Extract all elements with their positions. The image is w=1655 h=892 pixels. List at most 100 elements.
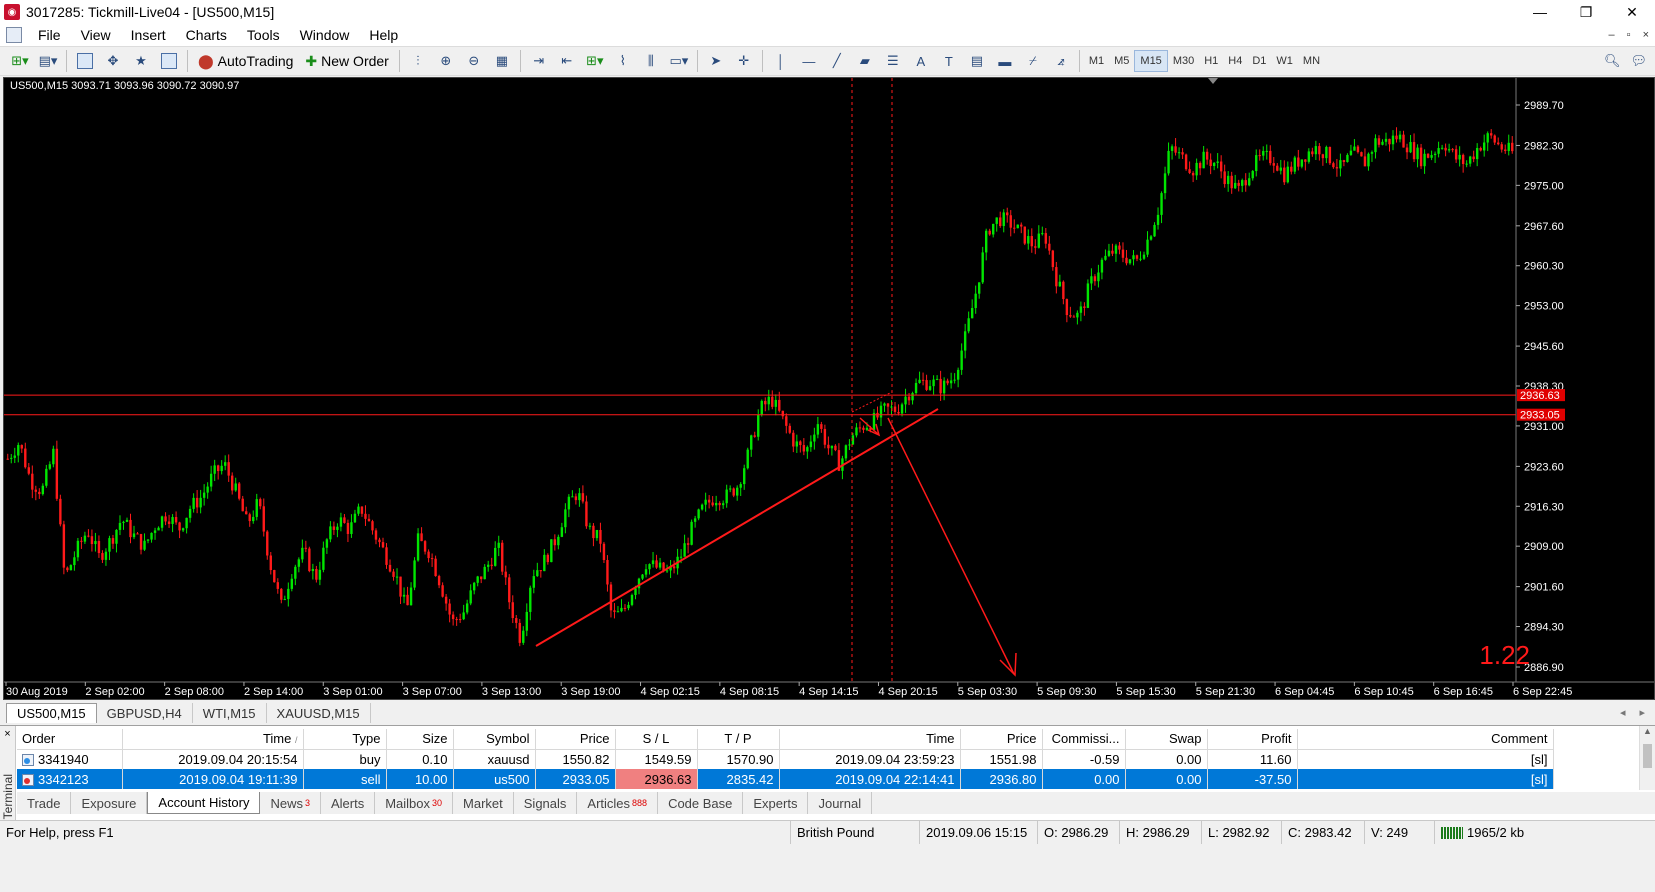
status-connection[interactable]: 1965/2 kb	[1435, 821, 1530, 845]
templates-menu-icon[interactable]: ▭▾	[667, 49, 691, 73]
table-row-selected[interactable]: 3342123 2019.09.04 19:11:39 sell 10.00 u…	[17, 769, 1554, 789]
candle-body	[711, 502, 714, 506]
child-close-icon[interactable]: ×	[1643, 29, 1649, 41]
terminal-tab-alerts[interactable]: Alerts	[321, 792, 376, 814]
terminal-tab-signals[interactable]: Signals	[514, 792, 578, 814]
gann-icon[interactable]: ⌿	[1021, 49, 1045, 73]
channel-icon[interactable]: ▰	[853, 49, 877, 73]
close-button[interactable]: ✕	[1609, 0, 1655, 24]
col-tp[interactable]: T / P	[697, 729, 780, 750]
menu-help[interactable]: Help	[359, 27, 408, 43]
crosshair-icon[interactable]: ✛	[732, 49, 756, 73]
col-comment[interactable]: Comment	[1297, 729, 1554, 750]
text-label-icon[interactable]: T	[937, 49, 961, 73]
timeframe-m30[interactable]: M30	[1168, 50, 1199, 72]
price-chart[interactable]: 2989.70 2982.30 2975.00 2967.60 2960.30 2953.…	[4, 78, 1654, 699]
chart-tab-gbpusd[interactable]: GBPUSD,H4	[97, 703, 193, 723]
navigator-icon[interactable]: ✥	[101, 49, 125, 73]
col-commission[interactable]: Commissi...	[1042, 729, 1126, 750]
terminal-close-icon[interactable]: ×	[0, 728, 15, 740]
timeframe-h4[interactable]: H4	[1223, 50, 1247, 72]
vertical-line-icon[interactable]: │	[769, 49, 793, 73]
market-watch-icon[interactable]	[73, 49, 97, 73]
col-sl[interactable]: S / L	[615, 729, 698, 750]
scroll-thumb[interactable]	[1643, 744, 1652, 768]
rectangle-icon[interactable]: ▬	[993, 49, 1017, 73]
table-scrollbar[interactable]: ▲	[1639, 726, 1655, 790]
chart-tab-xauusd[interactable]: XAUUSD,M15	[267, 703, 371, 723]
timeframe-mn[interactable]: MN	[1298, 50, 1325, 72]
chat-icon[interactable]: 💬︎	[1630, 53, 1647, 69]
col-close-price[interactable]: Price	[960, 729, 1043, 750]
menu-charts[interactable]: Charts	[176, 27, 237, 43]
tab-scroll-left-icon[interactable]: ◂	[1620, 706, 1626, 719]
menu-file[interactable]: File	[28, 27, 71, 43]
profiles-icon[interactable]: ▤▾	[36, 49, 60, 73]
timeframe-m1[interactable]: M1	[1084, 50, 1109, 72]
chart-tab-us500[interactable]: US500,M15	[6, 703, 97, 723]
indicators-icon[interactable]: ⊞▾	[583, 49, 607, 73]
zoom-out-icon[interactable]: ⊖	[462, 49, 486, 73]
tab-scroll-right-icon[interactable]: ▸	[1639, 706, 1645, 719]
menu-insert[interactable]: Insert	[121, 27, 176, 43]
autotrading-button[interactable]: ⬤ AutoTrading	[194, 49, 297, 73]
timeframe-m15[interactable]: M15	[1134, 50, 1168, 72]
bar-chart-icon[interactable]: ⫶	[406, 49, 430, 73]
col-swap[interactable]: Swap	[1125, 729, 1208, 750]
terminal-tab-mailbox[interactable]: Mailbox 30	[375, 792, 454, 814]
terminal-tab-news[interactable]: News 3	[260, 792, 321, 814]
timeframe-m5[interactable]: M5	[1109, 50, 1134, 72]
table-row[interactable]: 3341940 2019.09.04 20:15:54 buy 0.10 xau…	[17, 749, 1554, 769]
col-size[interactable]: Size	[386, 729, 454, 750]
periods-icon[interactable]: ⌇	[611, 49, 635, 73]
terminal-tab-journal[interactable]: Journal	[808, 792, 873, 814]
text-icon[interactable]: A	[909, 49, 933, 73]
favorites-icon[interactable]: ★	[129, 49, 153, 73]
chart-tab-wti[interactable]: WTI,M15	[193, 703, 267, 723]
col-profit[interactable]: Profit	[1207, 729, 1298, 750]
menu-window[interactable]: Window	[290, 27, 360, 43]
horizontal-line-icon[interactable]: —	[797, 49, 821, 73]
fibo-icon[interactable]: ☰	[881, 49, 905, 73]
terminal-tab-market[interactable]: Market	[453, 792, 514, 814]
col-type[interactable]: Type	[303, 729, 387, 750]
scroll-up-icon[interactable]: ▲	[1640, 726, 1655, 736]
terminal-tab-account-history[interactable]: Account History	[147, 792, 261, 814]
cursor-icon[interactable]: ➤	[704, 49, 728, 73]
chart-shift-icon[interactable]: ⇥	[527, 49, 551, 73]
restore-button[interactable]: ❐	[1563, 0, 1609, 24]
zoom-in-icon[interactable]: ⊕	[434, 49, 458, 73]
search-icon[interactable]: 🔍︎	[1604, 53, 1621, 69]
terminal-tab-code-base[interactable]: Code Base	[658, 792, 744, 814]
candle-body	[1328, 146, 1332, 164]
terminal-tab-exposure[interactable]: Exposure	[71, 792, 148, 814]
col-close-time[interactable]: Time	[779, 729, 961, 750]
new-chart-icon[interactable]: ⊞▾	[8, 49, 32, 73]
menu-tools[interactable]: Tools	[237, 27, 290, 43]
new-order-button[interactable]: ✚ New Order	[301, 49, 392, 73]
col-order[interactable]: Order	[17, 729, 123, 750]
tile-windows-icon[interactable]: ▦	[490, 49, 514, 73]
chart-window-icon[interactable]	[6, 27, 22, 43]
child-restore-icon[interactable]: ▫	[1627, 29, 1631, 41]
terminal-tab-experts[interactable]: Experts	[743, 792, 809, 814]
terminal-icon[interactable]	[157, 49, 181, 73]
trendline-icon[interactable]: ╱	[825, 49, 849, 73]
timeframe-h1[interactable]: H1	[1199, 50, 1223, 72]
menu-view[interactable]: View	[71, 27, 121, 43]
timeframe-w1[interactable]: W1	[1271, 50, 1298, 72]
status-open: O: 2986.29	[1038, 820, 1120, 845]
col-symbol[interactable]: Symbol	[453, 729, 536, 750]
auto-scroll-icon[interactable]: ⇤	[555, 49, 579, 73]
child-minimize-icon[interactable]: –	[1609, 29, 1615, 41]
chart-area[interactable]: 2989.70 2982.30 2975.00 2967.60 2960.30 2953.…	[3, 77, 1655, 700]
fibo-fan-icon[interactable]: ▤	[965, 49, 989, 73]
col-open-time[interactable]: Time /	[122, 729, 304, 750]
templates-icon[interactable]: ⫼	[639, 49, 663, 73]
terminal-tab-articles[interactable]: Articles 888	[577, 792, 659, 814]
terminal-tab-trade[interactable]: Trade	[17, 792, 72, 814]
timeframe-d1[interactable]: D1	[1247, 50, 1271, 72]
minimize-button[interactable]: —	[1517, 0, 1563, 24]
arrow-icon[interactable]: ⦨	[1049, 49, 1073, 73]
col-price[interactable]: Price	[535, 729, 616, 750]
